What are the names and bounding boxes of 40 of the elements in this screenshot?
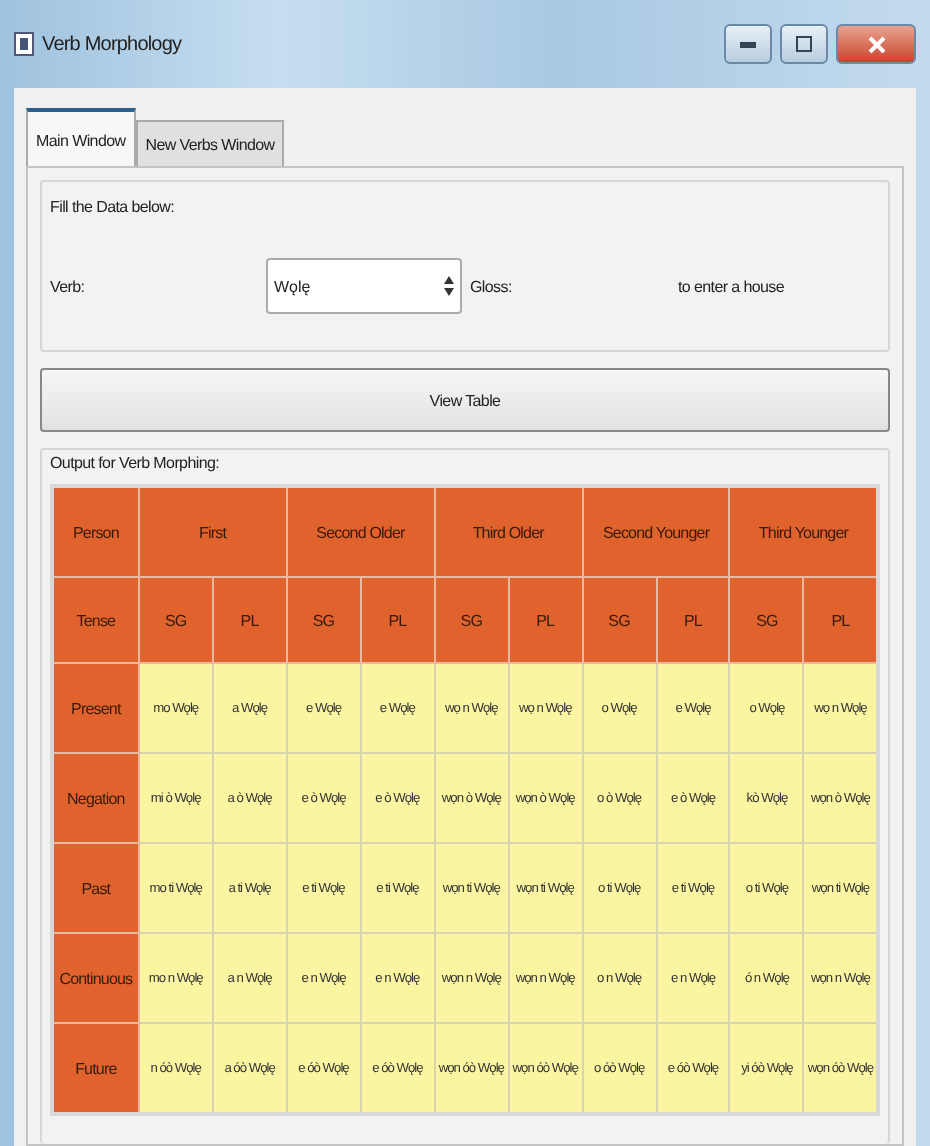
header-cell: PL <box>360 577 435 663</box>
header-cell: SG <box>138 577 213 663</box>
header-cell: Third Younger <box>729 486 878 577</box>
app-icon <box>14 32 34 56</box>
header-cell: Second Younger <box>582 486 730 577</box>
header-cell: PL <box>803 577 878 663</box>
tab[interactable]: New Verbs Window <box>135 120 285 166</box>
header-cell: PL <box>212 577 287 663</box>
row-header-cell: Past <box>52 843 139 933</box>
header-cell: Third Older <box>434 486 583 577</box>
header-cell: SG <box>582 577 657 663</box>
row-header-cell: Future <box>52 1023 139 1114</box>
header-cell: PL <box>656 577 730 663</box>
verb-spinbox[interactable]: Wǫlę <box>266 258 462 314</box>
header-cell: SG <box>286 577 361 663</box>
minimize-button[interactable] <box>724 24 772 64</box>
row-header-cell: Continuous <box>52 933 139 1023</box>
maximize-icon <box>796 36 812 52</box>
header-cell: Tense <box>52 577 139 663</box>
group-title: Fill the Data below: <box>50 198 175 216</box>
window-title: Verb Morphology <box>42 33 182 55</box>
verb-label: Verb: <box>50 277 87 295</box>
header-cell: Second Older <box>286 486 435 577</box>
gloss-value: to enter a house <box>678 277 787 295</box>
header-cell: Person <box>52 486 139 577</box>
view-table-button[interactable]: View Table <box>40 368 890 432</box>
group-title: Output for Verb Morphing: <box>50 454 222 472</box>
header-cell: First <box>138 486 287 577</box>
header-cell: SG <box>434 577 509 663</box>
close-button[interactable] <box>836 24 916 64</box>
header-cell: PL <box>508 577 583 663</box>
maximize-button[interactable] <box>780 24 828 64</box>
minimize-icon <box>740 41 756 47</box>
row-header-cell: Present <box>52 663 139 753</box>
close-icon <box>867 35 885 53</box>
gloss-label: Gloss: <box>470 277 514 295</box>
spin-arrows-icon <box>444 274 454 298</box>
row-header-cell: Negation <box>52 753 139 843</box>
tab[interactable]: Main Window <box>26 108 136 166</box>
header-cell: SG <box>729 577 804 663</box>
